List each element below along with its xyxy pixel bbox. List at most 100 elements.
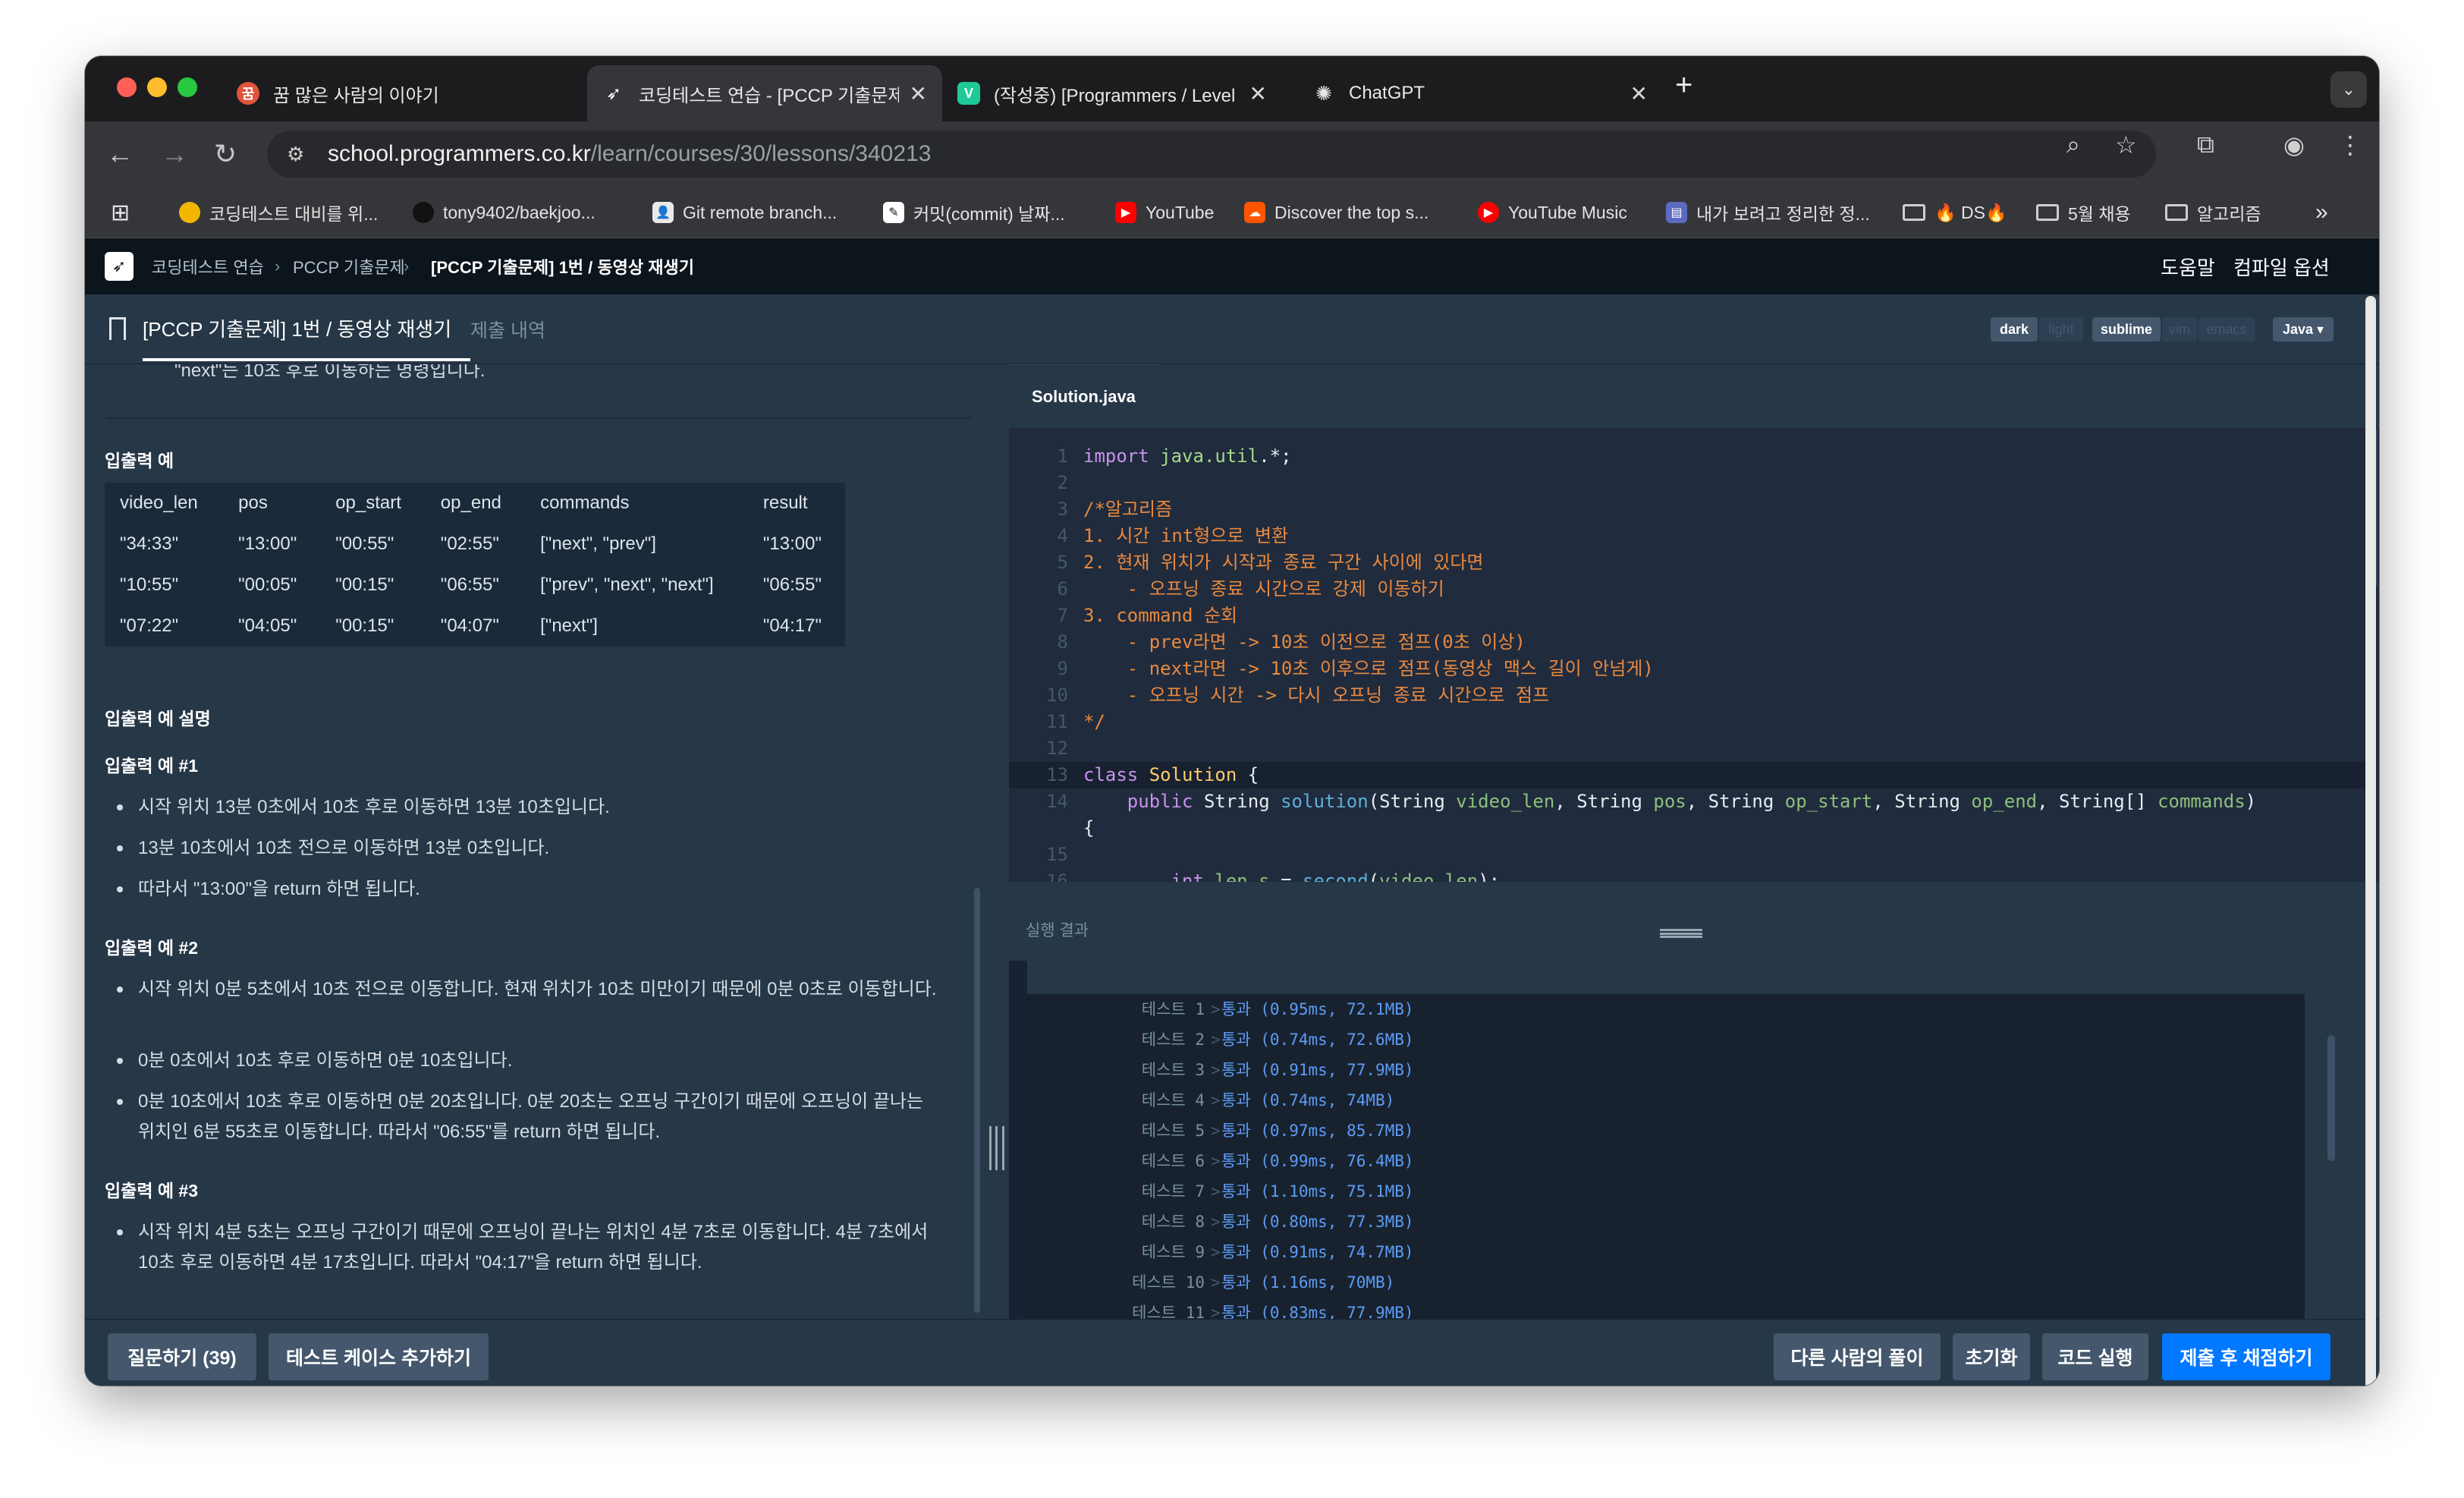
github-icon xyxy=(413,202,434,223)
reset-button[interactable]: 초기화 xyxy=(1953,1333,2030,1380)
close-tab-icon[interactable]: ✕ xyxy=(910,81,927,106)
theme-light-button[interactable]: light xyxy=(2039,317,2083,341)
code-token: java.util xyxy=(1160,445,1259,467)
maximize-window-button[interactable] xyxy=(178,77,197,97)
language-select[interactable]: Java ▾ xyxy=(2273,317,2334,341)
bookmark-item[interactable]: 👤 Git remote branch... xyxy=(652,199,837,226)
code-comment: - 오프닝 시간 -> 다시 오프닝 종료 시간으로 점프 xyxy=(1083,684,1550,706)
test-label: 테스트 5 xyxy=(1141,1122,1205,1140)
forward-arrow-icon[interactable]: → xyxy=(161,135,188,173)
bookmark-favicon-icon: ✎ xyxy=(883,202,904,223)
bookmark-item[interactable]: tony9402/baekjoo... xyxy=(413,199,596,226)
code-token: (String xyxy=(1368,791,1457,812)
theme-dark-button[interactable]: dark xyxy=(1991,317,2038,341)
code-comment: - 오프닝 종료 시간으로 강제 이동하기 xyxy=(1083,578,1444,600)
reload-icon[interactable]: ↻ xyxy=(214,135,237,173)
line-number: 6 xyxy=(1057,578,1068,600)
tab-title: ChatGPT xyxy=(1349,83,1425,103)
line-number: 7 xyxy=(1057,605,1068,626)
table-cell: "06:55" xyxy=(762,574,822,595)
editor-result-splitter[interactable] xyxy=(1009,882,2379,891)
keymap-emacs-button[interactable]: emacs xyxy=(2198,317,2255,341)
table-cell: "04:17" xyxy=(762,615,822,636)
ask-question-button[interactable]: 질문하기 (39) xyxy=(108,1333,256,1380)
code-token: solution xyxy=(1281,791,1369,812)
chevron-right-icon: › xyxy=(275,256,281,275)
code-comment: 3. command 순회 xyxy=(1083,605,1238,626)
site-settings-icon[interactable]: ⚙ xyxy=(287,143,311,166)
run-code-button[interactable]: 코드 실행 xyxy=(2042,1333,2148,1380)
bookmark-label: 5월 채용 xyxy=(2068,204,2131,224)
test-label: 테스트 3 xyxy=(1141,1061,1205,1079)
test-label: 테스트 4 xyxy=(1141,1091,1205,1109)
result-scrollbar[interactable] xyxy=(2327,1035,2335,1161)
arrow-icon: > xyxy=(1211,1213,1221,1231)
extensions-icon[interactable]: ⧉ xyxy=(2197,131,2214,159)
more-bookmarks-icon[interactable]: » xyxy=(2315,199,2328,226)
compile-options-link[interactable]: 컴파일 옵션 xyxy=(2233,238,2330,294)
apps-grid-icon[interactable]: ⊞ xyxy=(111,199,130,226)
example-2-heading: 입출력 예 #2 xyxy=(105,938,199,958)
others-solutions-button[interactable]: 다른 사람의 풀이 xyxy=(1774,1333,1941,1380)
profile-avatar-icon[interactable]: ◉ xyxy=(2283,131,2305,159)
code-token: , String xyxy=(1554,791,1654,812)
bookmark-icon[interactable] xyxy=(109,317,126,340)
close-tab-icon[interactable]: ✕ xyxy=(1249,81,1267,106)
add-testcase-button[interactable]: 테스트 케이스 추가하기 xyxy=(269,1333,489,1380)
breadcrumb-pccp[interactable]: PCCP 기출문제 xyxy=(293,238,405,294)
minimize-window-button[interactable] xyxy=(147,77,167,97)
bookmark-folder[interactable]: 알고리즘 xyxy=(2165,199,2261,226)
page-scrollbar[interactable] xyxy=(2365,296,2376,1386)
problem-scrollbar[interactable] xyxy=(974,888,980,1313)
panel-resize-handle[interactable] xyxy=(989,1126,1004,1170)
zoom-icon[interactable]: ⌕ xyxy=(2066,131,2080,159)
submit-button[interactable]: 제출 후 채점하기 xyxy=(2162,1333,2330,1380)
table-cell: "00:55" xyxy=(335,533,394,554)
bookmark-item[interactable]: ✎ 커밋(commit) 날짜... xyxy=(883,199,1065,226)
back-arrow-icon[interactable]: ← xyxy=(106,135,134,173)
file-tab-solution[interactable]: Solution.java xyxy=(1009,364,1158,428)
keymap-vim-button[interactable]: vim xyxy=(2162,317,2197,341)
problem-tab[interactable]: [PCCP 기출문제] 1번 / 동영상 재생기 xyxy=(143,314,451,342)
keymap-sublime-button[interactable]: sublime xyxy=(2092,317,2161,341)
url-path: /learn/courses/30/lessons/340213 xyxy=(590,141,932,166)
programmers-logo-icon[interactable]: ➶ xyxy=(105,252,134,281)
bookmark-folder[interactable]: 5월 채용 xyxy=(2036,199,2131,226)
browser-tab-velog[interactable]: V (작성중) [Programmers / Level ✕ xyxy=(942,65,1282,121)
bookmark-item[interactable]: ▶ YouTube Music xyxy=(1478,199,1627,226)
code-line: 8 - prev라면 -> 10초 이전으로 점프(0초 이상) xyxy=(1009,629,2367,656)
code-token: , String xyxy=(1686,791,1785,812)
browser-tab-chatgpt[interactable]: ✺ ChatGPT ✕ xyxy=(1297,65,1663,121)
test-label: 테스트 7 xyxy=(1141,1182,1205,1201)
bookmark-folder[interactable]: 🔥 DS🔥 xyxy=(1903,199,2007,226)
table-header: commands xyxy=(540,493,630,513)
line-number: 12 xyxy=(1046,738,1068,759)
bookmark-item[interactable]: ▤ 내가 보려고 정리한 정... xyxy=(1666,199,1870,226)
address-bar[interactable]: ⚙ school.programmers.co.kr/learn/courses… xyxy=(267,131,2156,178)
help-link[interactable]: 도움말 xyxy=(2161,238,2215,294)
bookmark-item[interactable]: ☁ Discover the top s... xyxy=(1244,199,1428,226)
code-line: 7 3. command 순회 xyxy=(1009,603,2367,629)
test-label: 테스트 1 xyxy=(1141,1000,1205,1018)
folder-icon xyxy=(2165,204,2188,221)
truncated-description-text: "next"는 10초 후로 이동하는 명령입니다. xyxy=(174,364,486,381)
table-row: "34:33" "13:00" "00:55" "02:55" ["next",… xyxy=(105,524,845,565)
new-tab-icon[interactable]: + xyxy=(1675,68,1692,102)
star-bookmark-icon[interactable]: ☆ xyxy=(2115,131,2137,159)
code-token: import xyxy=(1083,445,1149,467)
submissions-tab[interactable]: 제출 내역 xyxy=(470,316,545,343)
close-tab-icon[interactable]: ✕ xyxy=(1630,81,1648,106)
browser-tab-programmers[interactable]: ➶ 코딩테스트 연습 - [PCCP 기출문제 ✕ xyxy=(587,65,942,121)
test-label: 테스트 10 xyxy=(1132,1273,1205,1292)
code-editor[interactable]: 1 import java.util.*; 2 3 /*알고리즘 4 1. 시간 in… xyxy=(1009,428,2379,882)
bookmark-item[interactable]: 코딩테스트 대비를 위... xyxy=(179,199,378,226)
bookmark-item[interactable]: ▶ YouTube xyxy=(1115,199,1214,226)
tab-search-chevron-icon[interactable]: ⌄ xyxy=(2330,71,2367,108)
horizontal-resize-handle[interactable] xyxy=(1660,929,1702,938)
bookmark-label: 🔥 DS🔥 xyxy=(1934,202,2007,222)
breadcrumb-coding-test[interactable]: 코딩테스트 연습 xyxy=(152,238,264,294)
menu-dots-icon[interactable]: ⋮ xyxy=(2338,131,2362,159)
list-item: 0분 0초에서 10초 후로 이동하면 0분 10초입니다. xyxy=(117,1046,942,1076)
close-window-button[interactable] xyxy=(117,77,137,97)
result-output: 테스트 1 > 통과 (0.95ms, 72.1MB) 테스트 2 > 통과 (0.74… xyxy=(1026,994,2305,1319)
